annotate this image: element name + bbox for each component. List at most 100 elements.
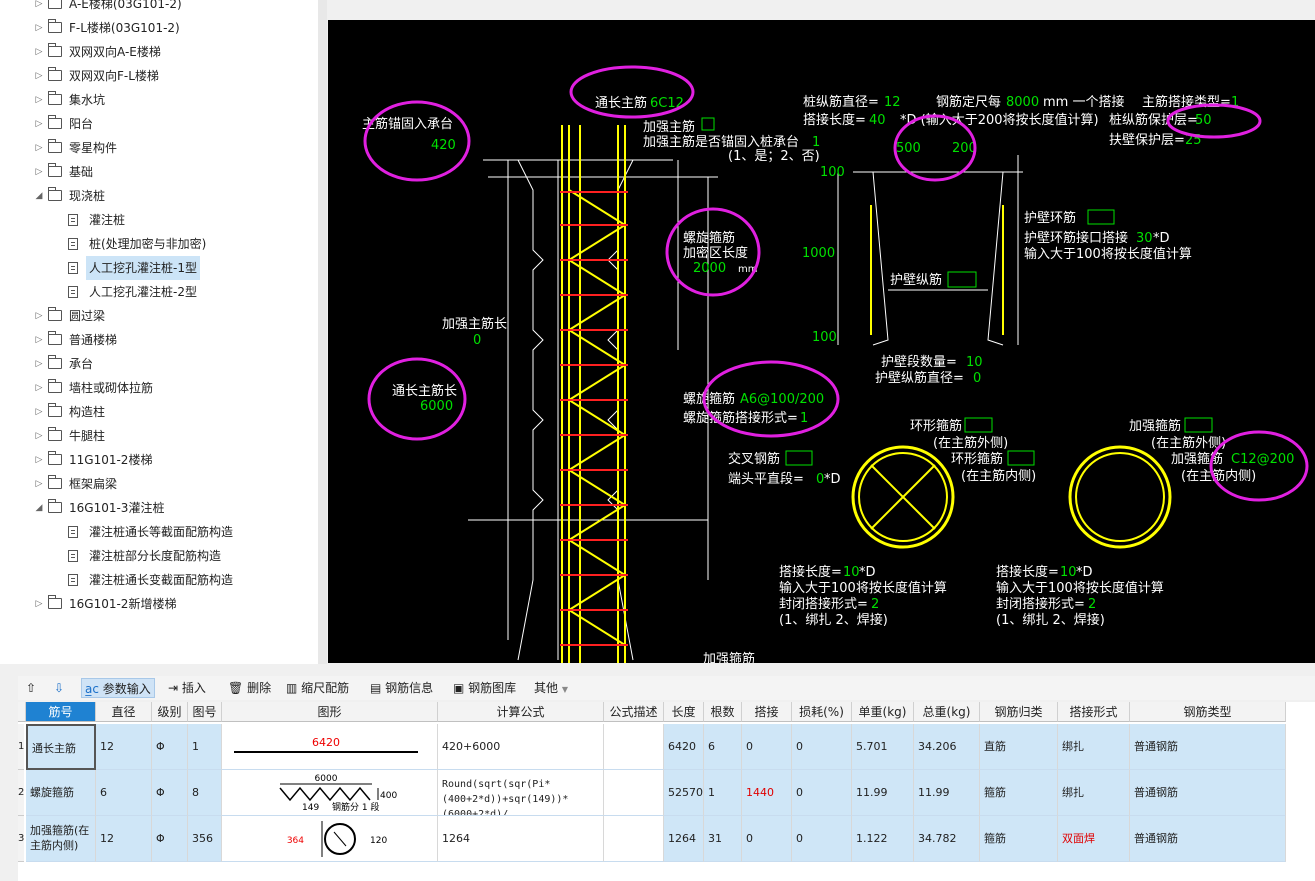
table-cell-formula[interactable]: 420+6000 bbox=[438, 724, 604, 770]
tree-item[interactable]: ▷ 构造柱 bbox=[0, 400, 318, 424]
table-cell-lap-form[interactable]: 双面焊 bbox=[1058, 816, 1130, 862]
move-down-icon[interactable]: ⇩ bbox=[54, 678, 64, 698]
table-cell-len[interactable]: 52570 bbox=[664, 770, 704, 816]
table-cell-loss[interactable]: 0 bbox=[792, 724, 852, 770]
table-cell-loss[interactable]: 0 bbox=[792, 770, 852, 816]
table-cell-desc[interactable] bbox=[604, 770, 664, 816]
row-number[interactable]: 2 bbox=[18, 770, 24, 816]
table-cell-cat[interactable]: 箍筋 bbox=[980, 770, 1058, 816]
tree-item[interactable]: ▷ 框架扁梁 bbox=[0, 472, 318, 496]
collapse-arrow-icon[interactable]: ▷ bbox=[34, 592, 44, 616]
table-cell-type[interactable]: 普通钢筋 bbox=[1130, 724, 1286, 770]
column-header[interactable]: 级别 bbox=[152, 702, 188, 722]
table-cell-type[interactable]: 普通钢筋 bbox=[1130, 770, 1286, 816]
tree-item[interactable]: ▷ 零星构件 bbox=[0, 136, 318, 160]
column-header[interactable]: 公式描述 bbox=[604, 702, 664, 722]
table-cell-grade[interactable]: Φ bbox=[152, 724, 188, 770]
table-cell-dia[interactable]: 12 bbox=[96, 816, 152, 862]
tree-item[interactable]: ▷ 墙柱或砌体拉筋 bbox=[0, 376, 318, 400]
table-cell-count[interactable]: 1 bbox=[704, 770, 742, 816]
column-header[interactable]: 钢筋归类 bbox=[980, 702, 1058, 722]
column-header[interactable]: 损耗(%) bbox=[792, 702, 852, 722]
table-cell-len[interactable]: 1264 bbox=[664, 816, 704, 862]
move-up-icon[interactable]: ⇧ bbox=[26, 678, 36, 698]
column-header[interactable]: 根数 bbox=[704, 702, 742, 722]
table-cell-dia[interactable]: 6 bbox=[96, 770, 152, 816]
collapse-arrow-icon[interactable]: ▷ bbox=[34, 352, 44, 376]
collapse-arrow-icon[interactable]: ▷ bbox=[34, 304, 44, 328]
tree-item[interactable]: ▷ 普通楼梯 bbox=[0, 328, 318, 352]
insert-button[interactable]: ⇥ 插入 bbox=[168, 678, 206, 698]
table-cell-total-w[interactable]: 34.206 bbox=[914, 724, 980, 770]
tree-item[interactable]: ▷ 双网双向F-L楼梯 bbox=[0, 64, 318, 88]
tree-item[interactable]: 灌注桩部分长度配筋构造 bbox=[0, 544, 318, 568]
delete-button[interactable]: 🗑 删除 bbox=[228, 678, 271, 698]
other-menu[interactable]: 其他 ▼ bbox=[534, 678, 568, 698]
column-header[interactable]: 单重(kg) bbox=[852, 702, 914, 722]
collapse-arrow-icon[interactable]: ▷ bbox=[34, 40, 44, 64]
table-cell-count[interactable]: 31 bbox=[704, 816, 742, 862]
table-cell-desc[interactable] bbox=[604, 816, 664, 862]
collapse-arrow-icon[interactable]: ▷ bbox=[34, 88, 44, 112]
table-cell-len[interactable]: 6420 bbox=[664, 724, 704, 770]
table-cell-fig[interactable]: 8 bbox=[188, 770, 222, 816]
tree-item[interactable]: 灌注桩通长变截面配筋构造 bbox=[0, 568, 318, 592]
column-header[interactable]: 搭接形式 bbox=[1058, 702, 1130, 722]
tree-item[interactable]: ▷ 16G101-2新增楼梯 bbox=[0, 592, 318, 616]
collapse-arrow-icon[interactable]: ▷ bbox=[34, 376, 44, 400]
collapse-arrow-icon[interactable]: ▷ bbox=[34, 16, 44, 40]
collapse-arrow-icon[interactable]: ▷ bbox=[34, 112, 44, 136]
column-header[interactable]: 总重(kg) bbox=[914, 702, 980, 722]
collapse-arrow-icon[interactable]: ▷ bbox=[34, 0, 44, 16]
column-header[interactable]: 筋号 bbox=[26, 702, 96, 722]
table-cell-name[interactable]: 螺旋箍筋 bbox=[26, 770, 96, 816]
table-cell-type[interactable]: 普通钢筋 bbox=[1130, 816, 1286, 862]
tree-item[interactable]: 人工挖孔灌注桩-2型 bbox=[0, 280, 318, 304]
collapse-arrow-icon[interactable]: ▷ bbox=[34, 328, 44, 352]
row-number[interactable]: 1 bbox=[18, 724, 24, 770]
rebar-library-button[interactable]: ▣ 钢筋图库 bbox=[453, 678, 516, 698]
tree-item[interactable]: ▷ 双网双向A-E楼梯 bbox=[0, 40, 318, 64]
table-cell-count[interactable]: 6 bbox=[704, 724, 742, 770]
tree-item[interactable]: ▷ 承台 bbox=[0, 352, 318, 376]
collapse-arrow-icon[interactable]: ▷ bbox=[34, 136, 44, 160]
table-cell-lap-form[interactable]: 绑扎 bbox=[1058, 724, 1130, 770]
column-header[interactable]: 图形 bbox=[222, 702, 438, 722]
table-cell-unit-w[interactable]: 11.99 bbox=[852, 770, 914, 816]
tree-item[interactable]: 人工挖孔灌注桩-1型 bbox=[0, 256, 318, 280]
table-cell-total-w[interactable]: 34.782 bbox=[914, 816, 980, 862]
table-cell-shape[interactable]: 6420 bbox=[222, 724, 438, 770]
tree-item[interactable]: ▷ A-E楼梯(03G101-2) bbox=[0, 0, 318, 16]
table-cell-grade[interactable]: Φ bbox=[152, 816, 188, 862]
expand-arrow-icon[interactable]: ◢ bbox=[34, 184, 44, 208]
table-cell-fig[interactable]: 1 bbox=[188, 724, 222, 770]
table-cell-lap-form[interactable]: 绑扎 bbox=[1058, 770, 1130, 816]
table-cell-lap[interactable]: 0 bbox=[742, 816, 792, 862]
collapse-arrow-icon[interactable]: ▷ bbox=[34, 160, 44, 184]
tree-item[interactable]: ▷ 11G101-2楼梯 bbox=[0, 448, 318, 472]
column-header[interactable]: 计算公式 bbox=[438, 702, 604, 722]
table-cell-lap[interactable]: 1440 bbox=[742, 770, 792, 816]
tree-item[interactable]: 灌注桩 bbox=[0, 208, 318, 232]
table-cell-unit-w[interactable]: 5.701 bbox=[852, 724, 914, 770]
table-cell-cat[interactable]: 箍筋 bbox=[980, 816, 1058, 862]
table-cell-name[interactable]: 加强箍筋(在主筋内侧) bbox=[26, 816, 96, 862]
tree-item[interactable]: ▷ F-L楼梯(03G101-2) bbox=[0, 16, 318, 40]
tree-item[interactable]: ◢ 16G101-3灌注桩 bbox=[0, 496, 318, 520]
column-header[interactable]: 图号 bbox=[188, 702, 222, 722]
table-cell-shape[interactable]: 6000 149 400 钢筋分 1 段 bbox=[222, 770, 438, 816]
tree-item[interactable]: ▷ 圆过梁 bbox=[0, 304, 318, 328]
table-cell-loss[interactable]: 0 bbox=[792, 816, 852, 862]
table-cell-lap[interactable]: 0 bbox=[742, 724, 792, 770]
rebar-info-button[interactable]: ▤ 钢筋信息 bbox=[370, 678, 433, 698]
table-cell-total-w[interactable]: 11.99 bbox=[914, 770, 980, 816]
collapse-arrow-icon[interactable]: ▷ bbox=[34, 448, 44, 472]
splitter[interactable] bbox=[318, 0, 327, 664]
collapse-arrow-icon[interactable]: ▷ bbox=[34, 400, 44, 424]
tree-item[interactable]: ▷ 阳台 bbox=[0, 112, 318, 136]
table-cell-shape[interactable]: 364 120 bbox=[222, 816, 438, 862]
table-cell-dia[interactable]: 12 bbox=[96, 724, 152, 770]
expand-arrow-icon[interactable]: ◢ bbox=[34, 496, 44, 520]
drawing-canvas[interactable]: 通长主筋 主筋锚固入承台 加强主筋 加强主筋是否锚固入桩承台 (1、是；2、否)… bbox=[328, 20, 1315, 663]
tree-item[interactable]: ▷ 集水坑 bbox=[0, 88, 318, 112]
